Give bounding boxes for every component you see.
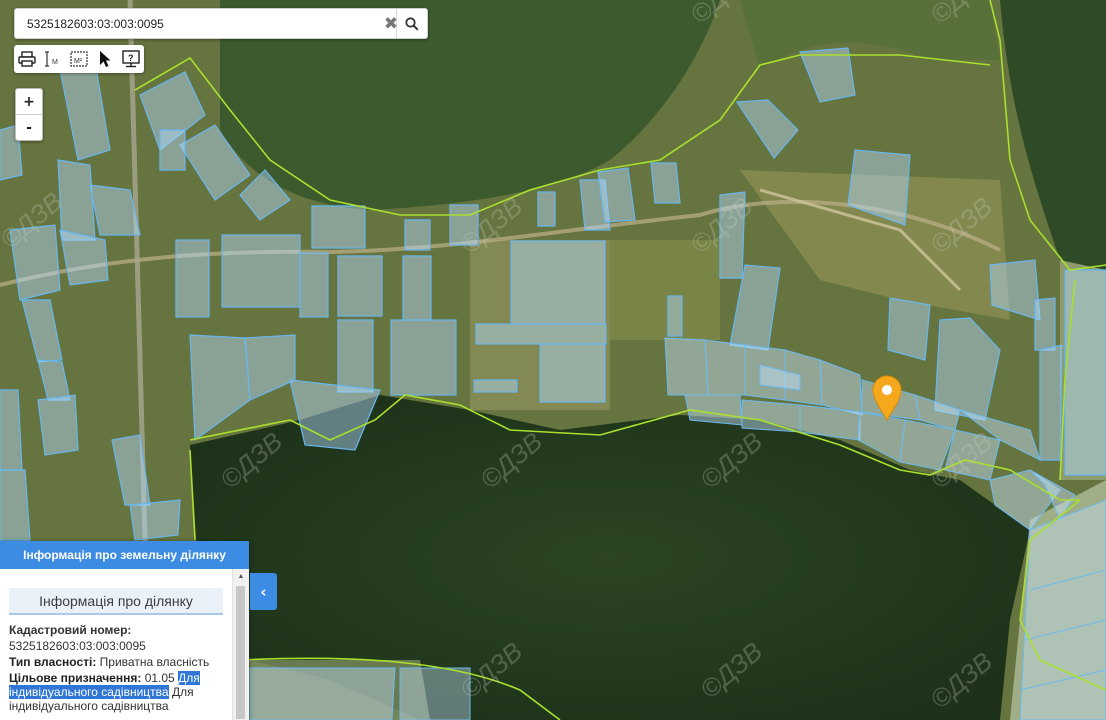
purpose-label: Цільове призначення: [9,671,142,685]
scroll-thumb[interactable] [236,586,245,719]
parcel-info-panel: Інформація про земельну ділянку Інформац… [0,541,249,720]
help-label: ? [128,53,134,63]
help-monitor-icon: ? [122,50,140,68]
measure-length-button[interactable]: M [40,45,66,73]
ownership-value: Приватна власність [99,655,210,669]
triangle-up-icon[interactable]: ▲ [233,569,249,583]
purpose-tail-1: Для [171,685,194,699]
map-toolbar: M M² ? [14,45,144,73]
cursor-arrow-icon [100,51,111,67]
cadastral-value: 5325182603:03:003:0095 [9,639,146,653]
ruler-length-icon: M [45,51,58,67]
purpose-code: 01.05 [144,671,175,685]
ruler-area-icon: M² [70,51,88,67]
panel-scrollbar[interactable]: ▲ [232,569,249,720]
search-button[interactable] [396,9,427,38]
search-bar: ✖ [14,8,428,39]
section-title[interactable]: Інформація про ділянку [9,588,223,615]
chevron-left-icon: ‹ [260,582,267,601]
purpose-highlight-2: індивідуального садівництва [9,685,169,699]
zoom-in-button[interactable]: + [16,89,42,115]
length-unit-label: M [52,59,58,66]
print-button[interactable] [14,45,40,73]
zoom-control: + - [15,88,43,141]
parcel-details: Кадастровий номер: 5325182603:03:003:009… [9,623,233,713]
collapse-panel-button[interactable]: ‹ [250,573,277,610]
purpose-row: Цільове призначення: 01.05 Для індивідуа… [9,671,233,713]
measure-area-button[interactable]: M² [66,45,92,73]
area-unit-label: M² [74,58,83,65]
panel-body[interactable]: Інформація про ділянку Кадастровий номер… [0,569,233,720]
cadastral-label: Кадастровий номер: [9,623,132,637]
panel-header: Інформація про земельну ділянку [0,541,249,569]
printer-icon [18,51,36,67]
help-button[interactable]: ? [118,45,144,73]
purpose-highlight-1: Для [178,671,200,685]
ownership-row: Тип власності: Приватна власність [9,655,233,669]
search-input[interactable] [15,9,375,38]
purpose-tail-2: індивідуального садівництва [9,699,169,713]
zoom-out-button[interactable]: - [16,115,42,140]
magnifier-icon [405,16,419,31]
select-tool-button[interactable] [92,45,118,73]
ownership-label: Тип власності: [9,655,97,669]
